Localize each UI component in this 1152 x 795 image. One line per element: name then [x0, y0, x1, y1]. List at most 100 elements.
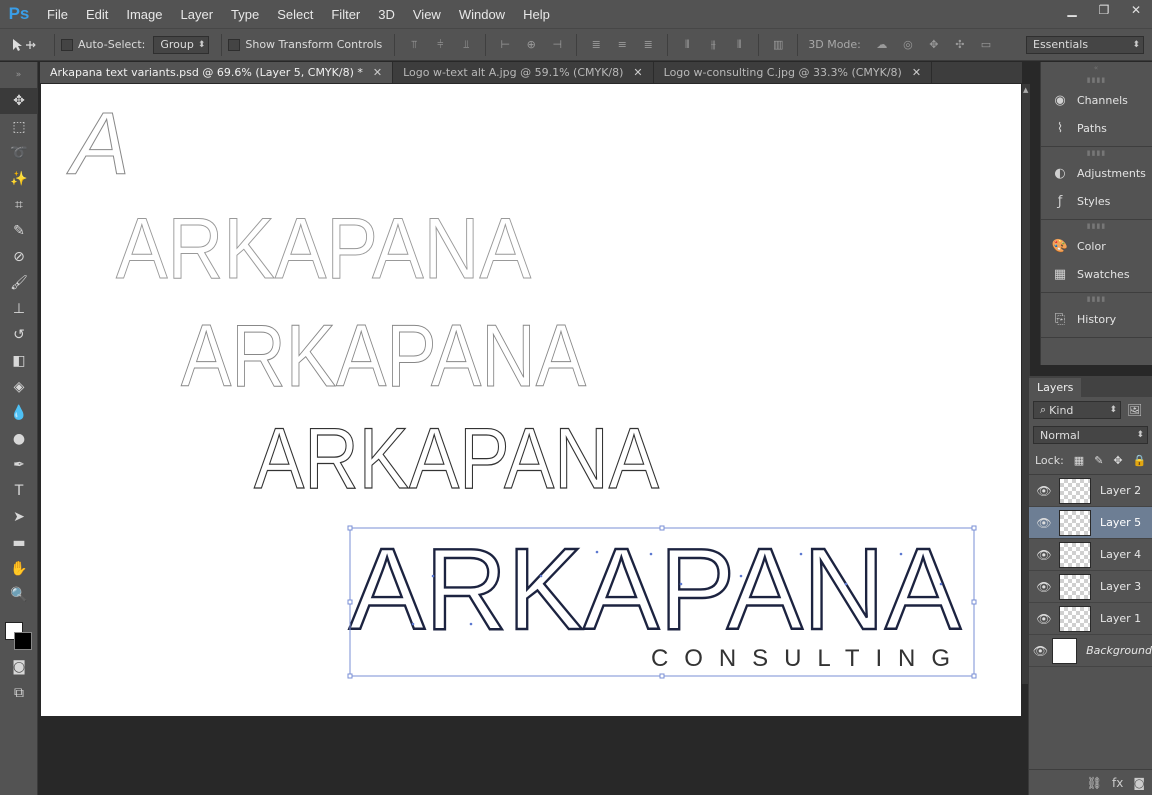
rectangle-tool-icon[interactable]: ▬	[0, 530, 38, 556]
brush-tool-icon[interactable]: 🖌	[0, 270, 38, 296]
group-grip[interactable]: ▮▮▮▮	[1041, 220, 1152, 232]
add-mask-icon[interactable]: ◙	[1133, 776, 1145, 790]
layer-row[interactable]: 👁 Layer 1	[1029, 603, 1152, 635]
eyedropper-tool-icon[interactable]: ✎	[0, 218, 38, 244]
distribute-hcenter-icon[interactable]: ⫵	[706, 38, 720, 52]
healing-brush-tool-icon[interactable]: ⊘	[0, 244, 38, 270]
3d-slide-icon[interactable]: ✣	[953, 38, 967, 52]
lasso-tool-icon[interactable]: ➰	[0, 140, 38, 166]
auto-select-checkbox[interactable]	[61, 38, 73, 51]
lock-pixels-icon[interactable]: ✎	[1094, 454, 1103, 467]
layer-row[interactable]: 👁 Layer 4	[1029, 539, 1152, 571]
distribute-right-icon[interactable]: ⫴	[732, 38, 746, 52]
marquee-tool-icon[interactable]: ⬚	[0, 114, 38, 140]
show-transform-checkbox[interactable]	[228, 38, 241, 51]
menu-select[interactable]: Select	[268, 7, 322, 22]
distribute-top-icon[interactable]: ≣	[589, 38, 603, 52]
restore-button[interactable]: ❐	[1088, 0, 1120, 20]
paint-bucket-tool-icon[interactable]: ◈	[0, 374, 38, 400]
group-grip[interactable]: ▮▮▮▮	[1041, 293, 1152, 305]
hand-tool-icon[interactable]: ✋	[0, 556, 38, 582]
dock-adjustments[interactable]: ◐ Adjustments	[1041, 159, 1152, 187]
eye-icon[interactable]: 👁	[1029, 580, 1059, 594]
type-tool-icon[interactable]: T	[0, 478, 38, 504]
screen-mode-icon[interactable]: ⧉	[0, 680, 38, 706]
eye-icon[interactable]: 👁	[1029, 644, 1052, 658]
lock-transparency-icon[interactable]: ▦	[1074, 454, 1084, 467]
3d-scale-icon[interactable]: ▭	[979, 38, 993, 52]
blend-mode-dropdown[interactable]: Normal	[1033, 426, 1148, 444]
eye-icon[interactable]: 👁	[1029, 516, 1059, 530]
layer-row[interactable]: 👁 Layer 2	[1029, 475, 1152, 507]
group-grip[interactable]: ▮▮▮▮	[1041, 147, 1152, 159]
layer-style-icon[interactable]: fx	[1112, 776, 1123, 790]
dodge-tool-icon[interactable]: ●	[0, 426, 38, 452]
workspace-dropdown[interactable]: Essentials	[1026, 35, 1144, 54]
tab-arkapana-psd[interactable]: Arkapana text variants.psd @ 69.6% (Laye…	[40, 62, 394, 83]
close-button[interactable]: ✕	[1120, 0, 1152, 20]
close-tab-icon[interactable]: ✕	[373, 66, 382, 79]
dock-paths[interactable]: ⌇ Paths	[1041, 114, 1152, 142]
auto-select-dropdown[interactable]: Group	[153, 35, 210, 54]
menu-view[interactable]: View	[404, 7, 450, 22]
dock-channels[interactable]: ◉ Channels	[1041, 86, 1152, 114]
eye-icon[interactable]: 👁	[1029, 484, 1059, 498]
dock-styles[interactable]: ƒ Styles	[1041, 187, 1152, 215]
dock-swatches[interactable]: ▦ Swatches	[1041, 260, 1152, 288]
menu-layer[interactable]: Layer	[172, 7, 223, 22]
document-canvas[interactable]: A ARKAPANA ARKAPANA ARKAPANA ARKAPANA CO…	[41, 84, 1021, 716]
align-bottom-icon[interactable]: ⫫	[459, 38, 473, 52]
3d-orbit-icon[interactable]: ☁	[875, 38, 889, 52]
move-tool-icon[interactable]: ✥	[0, 88, 38, 114]
crop-tool-icon[interactable]: ⌗	[0, 192, 38, 218]
distribute-vcenter-icon[interactable]: ≡	[615, 38, 629, 52]
auto-align-icon[interactable]: ▥	[771, 38, 785, 52]
magic-wand-tool-icon[interactable]: ✨	[0, 166, 38, 192]
stamp-tool-icon[interactable]: ⊥	[0, 296, 38, 322]
align-left-icon[interactable]: ⊢	[498, 38, 512, 52]
dock-collapse-grip[interactable]: «	[1041, 62, 1152, 74]
path-selection-tool-icon[interactable]: ➤	[0, 504, 38, 530]
distribute-bottom-icon[interactable]: ≣	[641, 38, 655, 52]
tab-logo-alt-a[interactable]: Logo w-text alt A.jpg @ 59.1% (CMYK/8) ✕	[393, 62, 654, 83]
menu-filter[interactable]: Filter	[322, 7, 369, 22]
menu-type[interactable]: Type	[222, 7, 268, 22]
lock-all-icon[interactable]: 🔒	[1133, 454, 1147, 467]
close-tab-icon[interactable]: ✕	[633, 66, 642, 79]
menu-edit[interactable]: Edit	[77, 7, 117, 22]
align-vcenter-icon[interactable]: ⫩	[433, 38, 447, 52]
layers-tab[interactable]: Layers	[1029, 378, 1082, 397]
tab-logo-consulting-c[interactable]: Logo w-consulting C.jpg @ 33.3% (CMYK/8)…	[654, 62, 933, 83]
eraser-tool-icon[interactable]: ◧	[0, 348, 38, 374]
zoom-tool-icon[interactable]: 🔍	[0, 582, 38, 608]
scroll-up-icon[interactable]: ▲	[1023, 86, 1029, 94]
close-tab-icon[interactable]: ✕	[912, 66, 921, 79]
layer-row[interactable]: 👁 Layer 3	[1029, 571, 1152, 603]
menu-window[interactable]: Window	[450, 7, 514, 22]
color-swatches[interactable]	[0, 608, 37, 654]
image-filter-icon[interactable]: 🖼	[1127, 403, 1142, 417]
3d-pan-icon[interactable]: ✥	[927, 38, 941, 52]
eye-icon[interactable]: 👁	[1029, 612, 1059, 626]
align-hcenter-icon[interactable]: ⊕	[524, 38, 538, 52]
eye-icon[interactable]: 👁	[1029, 548, 1059, 562]
link-layers-icon[interactable]: ⛓	[1087, 776, 1102, 790]
layer-row-selected[interactable]: 👁 Layer 5	[1029, 507, 1152, 539]
group-grip[interactable]: ▮▮▮▮	[1041, 74, 1152, 86]
align-top-icon[interactable]: ⫪	[407, 38, 421, 52]
layer-row[interactable]: 👁 Background	[1029, 635, 1152, 667]
menu-help[interactable]: Help	[514, 7, 559, 22]
background-color-swatch[interactable]	[14, 632, 32, 650]
3d-roll-icon[interactable]: ◎	[901, 38, 915, 52]
menu-image[interactable]: Image	[117, 7, 171, 22]
toolbar-grip[interactable]: »	[0, 62, 37, 88]
lock-position-icon[interactable]: ✥	[1113, 454, 1122, 467]
align-right-icon[interactable]: ⊣	[550, 38, 564, 52]
dock-color[interactable]: 🎨 Color	[1041, 232, 1152, 260]
minimize-button[interactable]: ▁	[1056, 0, 1088, 20]
history-brush-tool-icon[interactable]: ↺	[0, 322, 38, 348]
menu-file[interactable]: File	[38, 7, 77, 22]
quick-mask-icon[interactable]: ◙	[0, 654, 38, 680]
distribute-left-icon[interactable]: ⫴	[680, 38, 694, 52]
dock-history[interactable]: ⎘ History	[1041, 305, 1152, 333]
